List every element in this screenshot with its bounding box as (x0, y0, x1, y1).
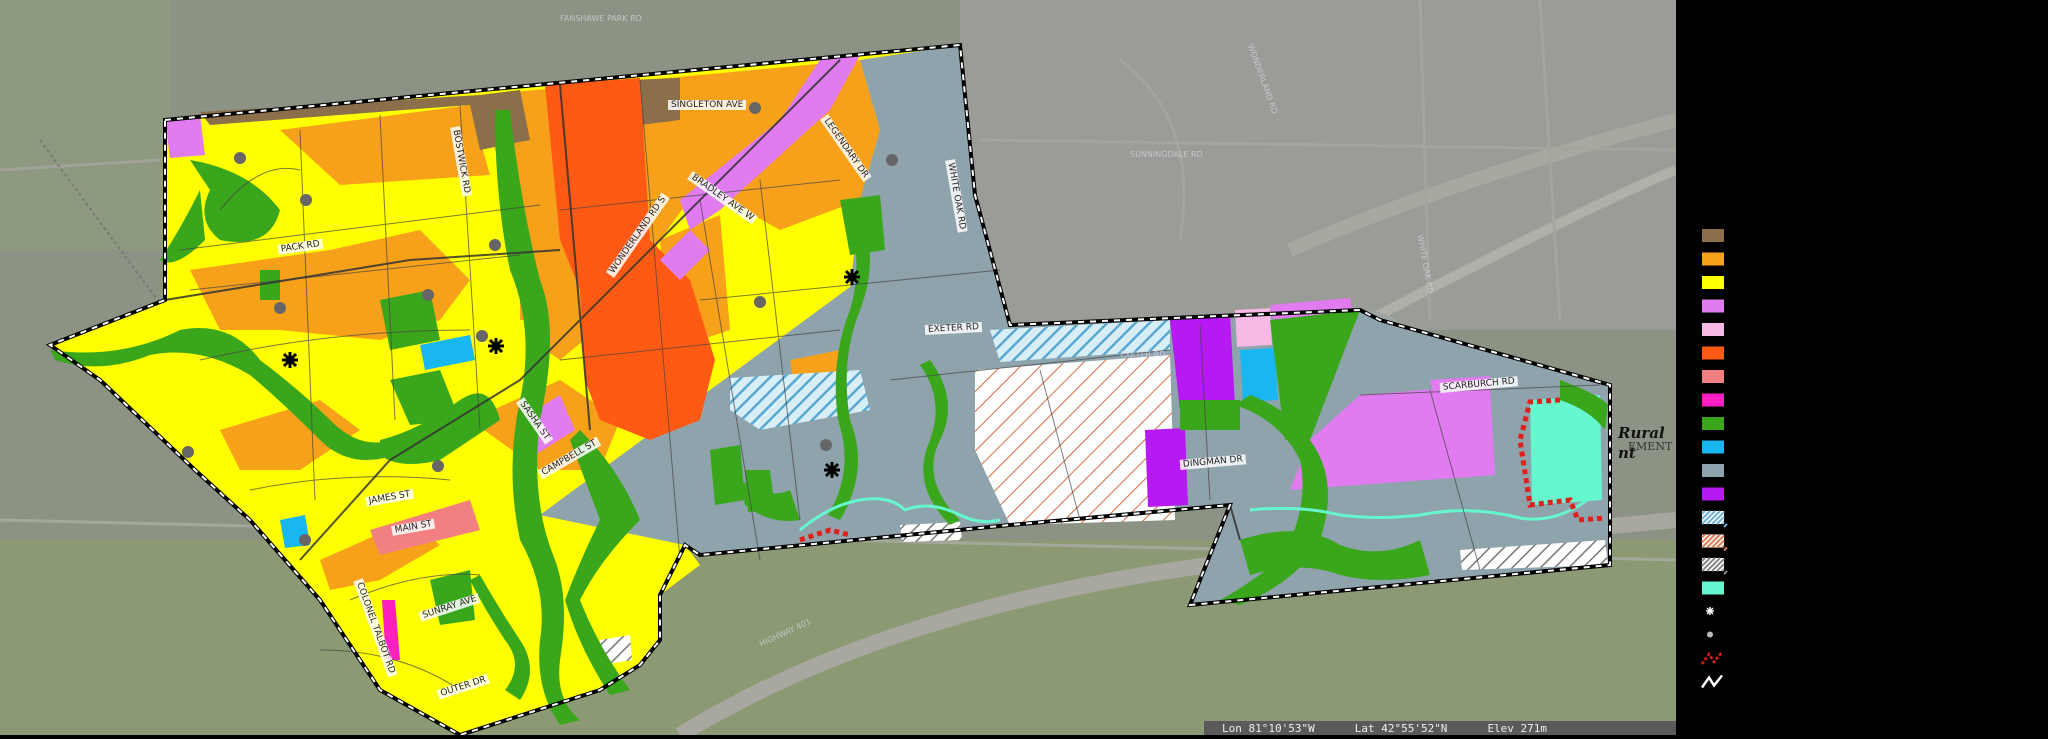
legend-symbol-dot (1707, 631, 1713, 638)
legend-symbols (1700, 229, 1728, 689)
latitude-readout: Lat 42°55'52"N (1354, 721, 1448, 735)
coordinate-status-bar: Lon 81°10'53"W Lat 42°55'52"N Elev 271m (1204, 721, 1676, 735)
legend-swatch-salmon (1702, 370, 1724, 383)
bg-street-label: FANSHAWE PARK RD (560, 14, 642, 23)
road-label-singleton: SINGLETON AVE (668, 100, 747, 110)
legend-swatch-grey (1702, 464, 1724, 477)
legend-swatch-grey-hatch (1701, 557, 1728, 575)
map-viewer: FANSHAWE PARK RD SUNNINGDALE RD EXETER R… (0, 0, 2048, 735)
legend-swatch-brown (1702, 229, 1724, 242)
legend-line-black-dashed (1700, 674, 1723, 689)
legend-swatch-green (1702, 417, 1724, 430)
bg-street-label: SUNNINGDALE RD (1130, 150, 1203, 159)
legend-panel (1676, 0, 2048, 735)
legend-line-red-dotted (1700, 651, 1723, 665)
legend-swatch-orange (1702, 252, 1724, 266)
legend-swatch-blue-hatch (1701, 510, 1728, 528)
legend-swatch-orange-hatch (1701, 533, 1728, 552)
legend-swatch-cyan (1702, 440, 1724, 454)
legend-swatch-purple (1702, 487, 1724, 501)
land-use-map (0, 0, 1676, 735)
legend-swatch-red-orange (1702, 346, 1724, 360)
map-canvas[interactable]: FANSHAWE PARK RD SUNNINGDALE RD EXETER R… (0, 0, 1676, 735)
legend-swatch-violet (1702, 299, 1724, 313)
legend-swatch-aqua (1702, 581, 1724, 595)
legend-swatch-magenta (1702, 393, 1724, 407)
legend-swatch-yellow (1702, 276, 1724, 289)
legend-swatch-light-pink (1702, 323, 1724, 336)
settlement-label: EMENT (1628, 440, 1673, 453)
legend-symbol-star (1706, 607, 1714, 615)
elevation-readout: Elev 271m (1487, 721, 1548, 735)
bg-street-label: EXETER RD (1120, 350, 1166, 359)
longitude-readout: Lon 81°10'53"W (1222, 721, 1315, 735)
